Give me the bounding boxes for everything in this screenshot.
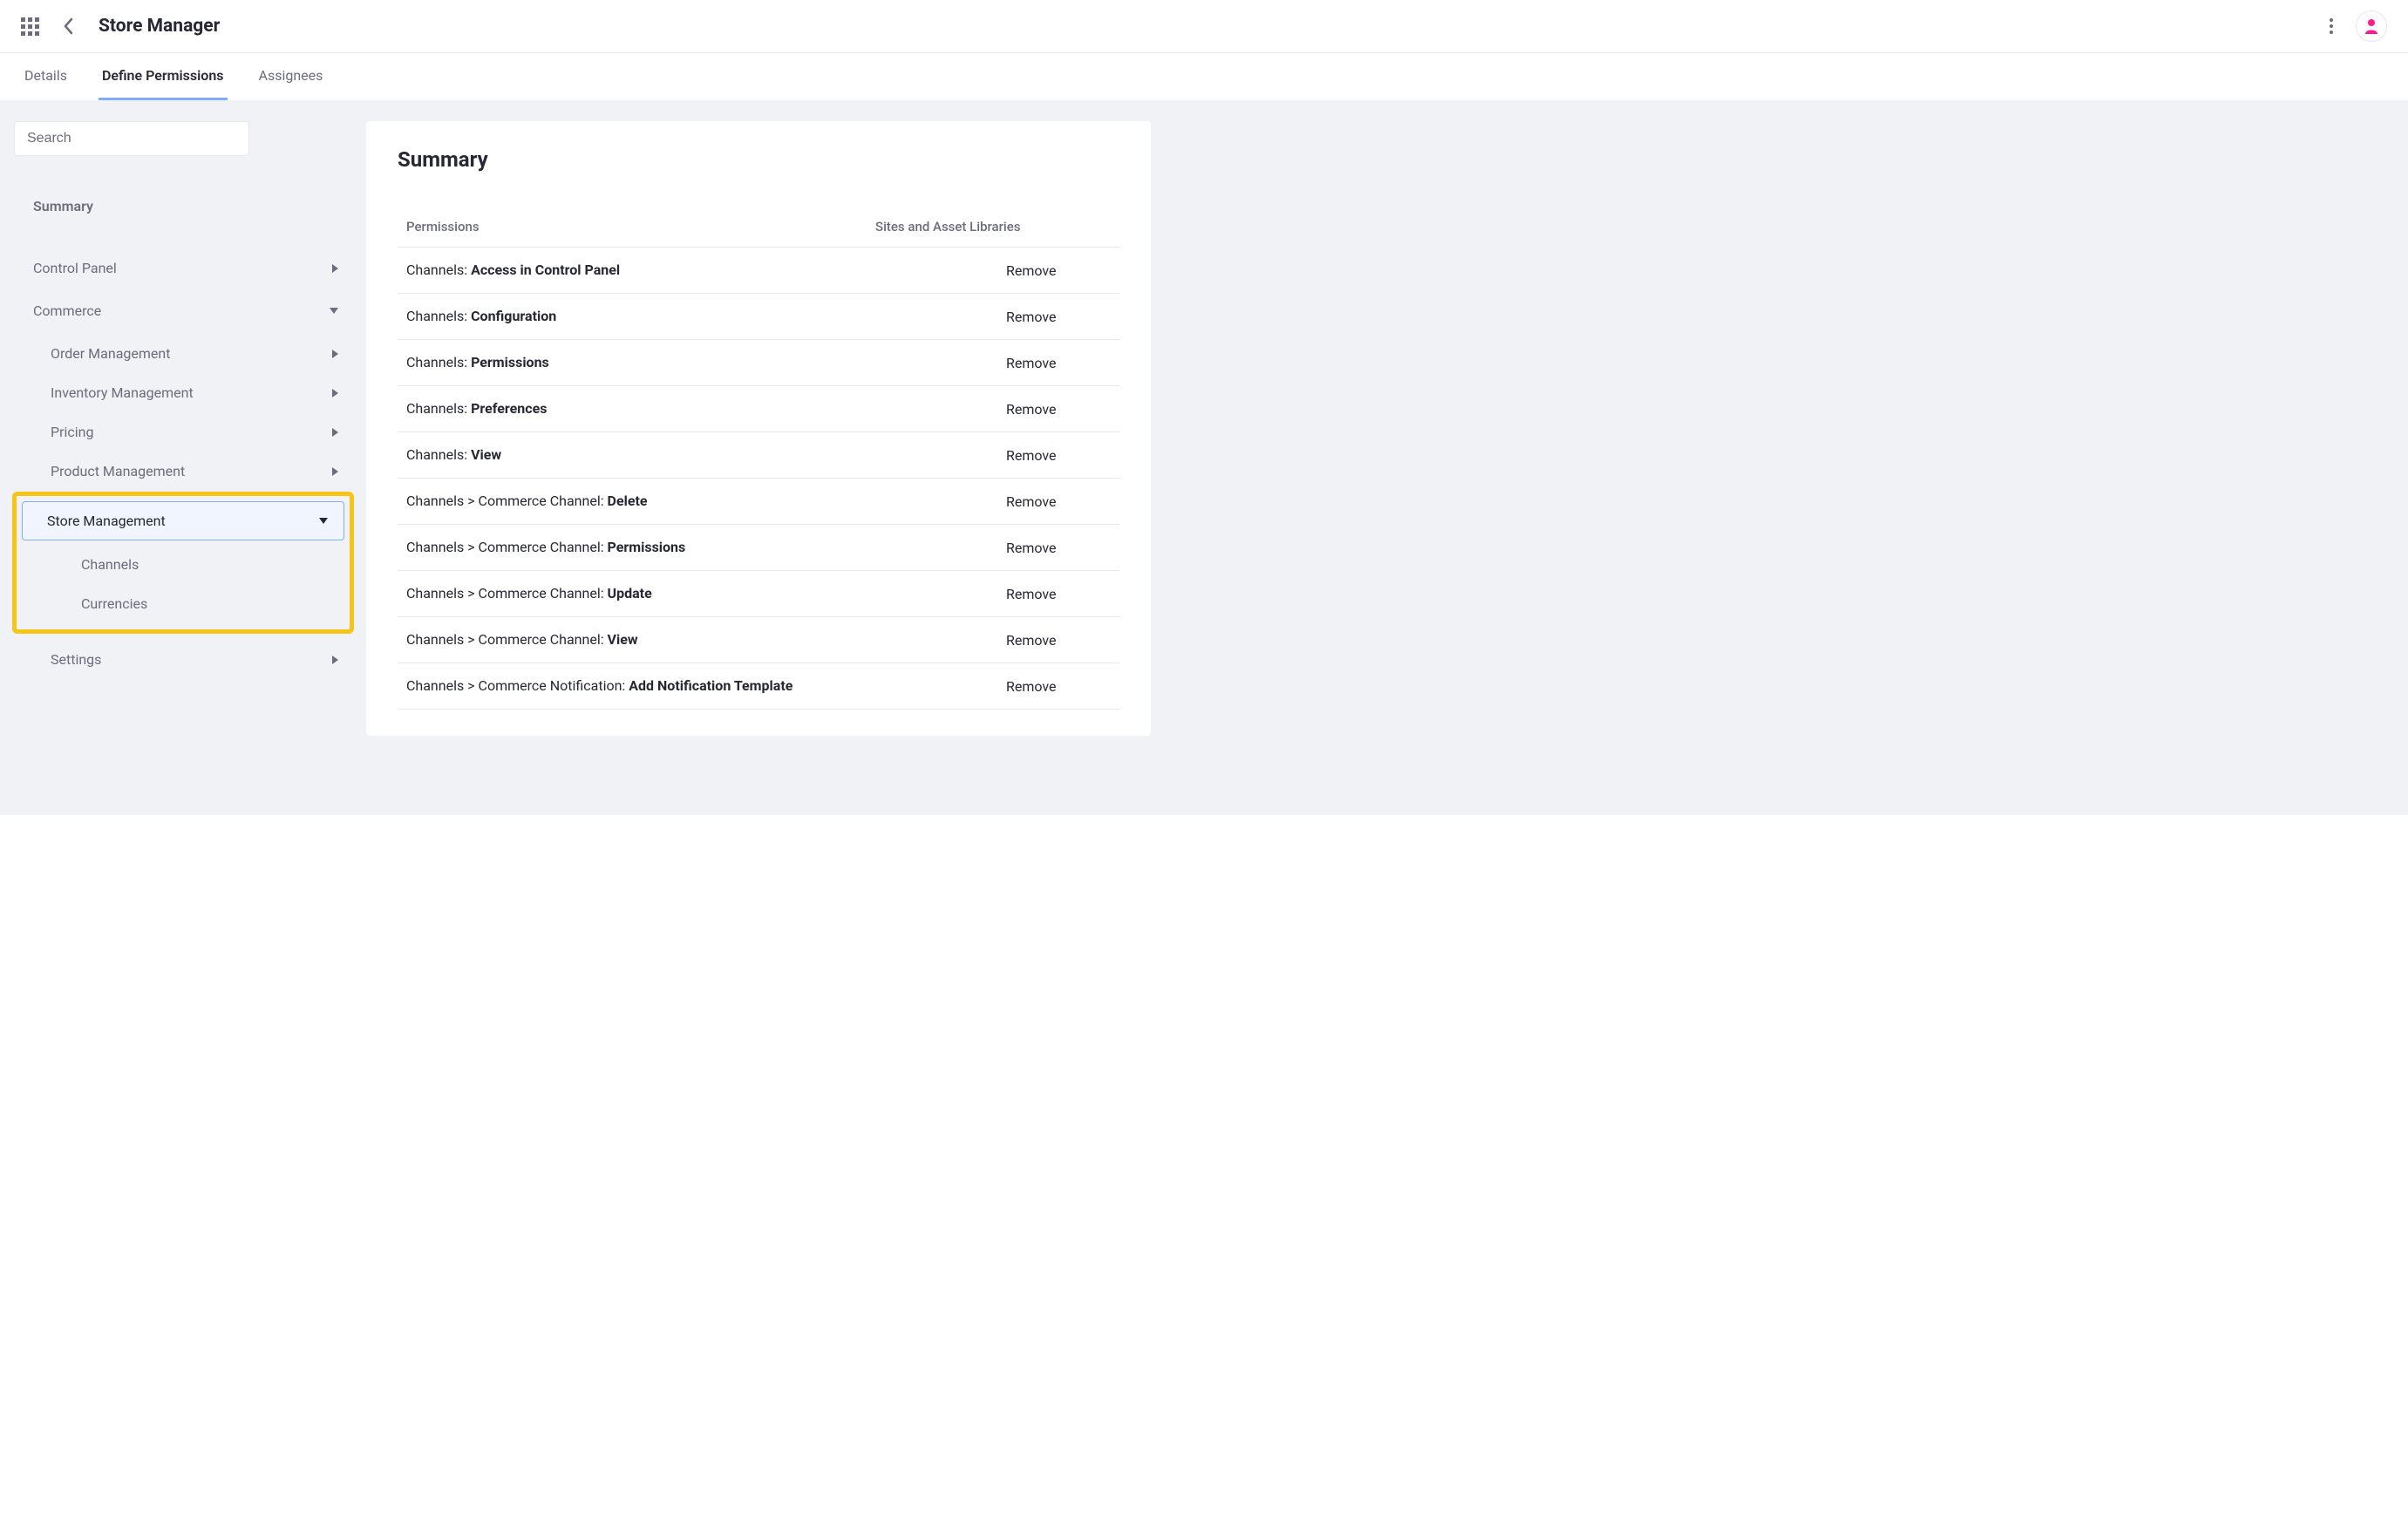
chevron-down-icon (319, 518, 328, 524)
permission-text: Channels: Configuration (398, 306, 1006, 327)
permission-row: Channels: Access in Control PanelRemove (398, 248, 1119, 294)
sidebar-item-label: Currencies (81, 595, 147, 612)
page-title: Store Manager (99, 16, 220, 37)
top-header: Store Manager (0, 0, 2408, 53)
permission-row: Channels > Commerce Channel: DeleteRemov… (398, 479, 1119, 525)
sidebar-order-management[interactable]: Order Management (12, 335, 354, 372)
permissions-list: Channels: Access in Control PanelRemoveC… (398, 248, 1119, 710)
sidebar-summary-label: Summary (33, 198, 93, 214)
remove-link[interactable]: Remove (1006, 401, 1119, 418)
permission-text: Channels > Commerce Channel: View (398, 629, 1006, 650)
back-button[interactable] (60, 17, 78, 35)
permission-row: Channels: ViewRemove (398, 432, 1119, 479)
apps-grid-icon[interactable] (21, 17, 39, 36)
content: Summary Permissions Sites and Asset Libr… (366, 100, 2408, 815)
sidebar-inventory-management[interactable]: Inventory Management (12, 374, 354, 411)
remove-link[interactable]: Remove (1006, 540, 1119, 556)
sidebar-item-label: Settings (51, 651, 101, 668)
sidebar-item-label: Inventory Management (51, 384, 194, 401)
tabs: Details Define Permissions Assignees (0, 53, 2408, 100)
tab-define-permissions[interactable]: Define Permissions (99, 53, 228, 100)
remove-link[interactable]: Remove (1006, 586, 1119, 602)
person-icon (2364, 18, 2378, 34)
kebab-menu-icon[interactable] (2324, 13, 2338, 39)
main-layout: Summary Control Panel Commerce Order Man… (0, 100, 2408, 815)
sidebar-channels[interactable]: Channels (22, 546, 344, 583)
sidebar-item-label: Pricing (51, 424, 94, 440)
permission-text: Channels: View (398, 445, 1006, 465)
permission-row: Channels > Commerce Channel: Permissions… (398, 525, 1119, 571)
top-header-right (2324, 10, 2387, 42)
sidebar-product-management[interactable]: Product Management (12, 452, 354, 490)
sidebar-summary[interactable]: Summary (12, 187, 354, 225)
permission-row: Channels: PreferencesRemove (398, 386, 1119, 432)
user-avatar[interactable] (2356, 10, 2387, 42)
permission-text: Channels > Commerce Channel: Permissions (398, 537, 1006, 558)
remove-link[interactable]: Remove (1006, 632, 1119, 649)
permission-row: Channels > Commerce Channel: ViewRemove (398, 617, 1119, 663)
remove-link[interactable]: Remove (1006, 678, 1119, 695)
sidebar-item-label: Control Panel (33, 260, 117, 276)
chevron-left-icon (63, 17, 75, 35)
sidebar-item-label: Store Management (47, 513, 166, 529)
summary-title: Summary (398, 147, 1119, 172)
permission-row: Channels > Commerce Channel: UpdateRemov… (398, 571, 1119, 617)
sidebar-pricing[interactable]: Pricing (12, 413, 354, 451)
permission-row: Channels: PermissionsRemove (398, 340, 1119, 386)
tab-assignees[interactable]: Assignees (255, 53, 327, 100)
chevron-down-icon (330, 308, 338, 314)
tab-details[interactable]: Details (21, 53, 71, 100)
remove-link[interactable]: Remove (1006, 262, 1119, 279)
remove-link[interactable]: Remove (1006, 447, 1119, 464)
sidebar-item-label: Commerce (33, 302, 101, 319)
sidebar-settings[interactable]: Settings (12, 641, 354, 678)
chevron-right-icon (332, 428, 338, 437)
chevron-right-icon (332, 467, 338, 476)
permission-text: Channels: Access in Control Panel (398, 260, 1006, 281)
col-permissions: Permissions (398, 219, 875, 234)
sidebar-control-panel[interactable]: Control Panel (12, 249, 354, 287)
search-input[interactable] (14, 121, 249, 156)
remove-link[interactable]: Remove (1006, 355, 1119, 371)
permission-text: Channels > Commerce Channel: Delete (398, 491, 1006, 512)
permission-text: Channels > Commerce Channel: Update (398, 583, 1006, 604)
sidebar-store-management[interactable]: Store Management (22, 501, 344, 540)
permission-text: Channels: Permissions (398, 352, 1006, 373)
table-header: Permissions Sites and Asset Libraries (398, 210, 1119, 248)
sidebar-commerce[interactable]: Commerce (12, 292, 354, 330)
sidebar-item-label: Channels (81, 556, 139, 573)
chevron-right-icon (332, 264, 338, 273)
top-header-left: Store Manager (21, 16, 220, 37)
highlight-box: Store Management Channels Currencies (12, 492, 354, 634)
chevron-right-icon (332, 389, 338, 397)
permission-text: Channels: Preferences (398, 398, 1006, 419)
sidebar: Summary Control Panel Commerce Order Man… (0, 100, 366, 815)
col-sites: Sites and Asset Libraries (875, 219, 1119, 234)
remove-link[interactable]: Remove (1006, 309, 1119, 325)
sidebar-item-label: Order Management (51, 345, 170, 362)
content-card: Summary Permissions Sites and Asset Libr… (366, 121, 1151, 736)
permission-row: Channels: ConfigurationRemove (398, 294, 1119, 340)
remove-link[interactable]: Remove (1006, 493, 1119, 510)
sidebar-item-label: Product Management (51, 463, 185, 479)
chevron-right-icon (332, 350, 338, 358)
sidebar-currencies[interactable]: Currencies (22, 585, 344, 622)
chevron-right-icon (332, 656, 338, 664)
permission-row: Channels > Commerce Notification: Add No… (398, 663, 1119, 710)
permission-text: Channels > Commerce Notification: Add No… (398, 676, 1006, 696)
